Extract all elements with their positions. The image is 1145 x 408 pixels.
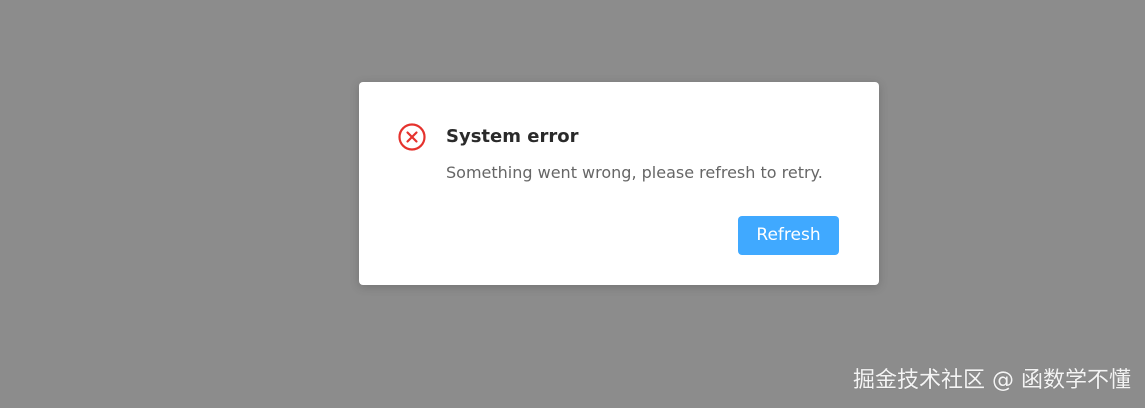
dialog-message: Something went wrong, please refresh to … (446, 163, 823, 182)
dialog-title: System error (446, 126, 579, 147)
refresh-button[interactable]: Refresh (738, 216, 839, 255)
error-circle-icon (397, 122, 427, 152)
error-dialog: System error Something went wrong, pleas… (359, 82, 879, 285)
watermark: 掘金技术社区 @ 函数学不懂 (853, 368, 1131, 393)
